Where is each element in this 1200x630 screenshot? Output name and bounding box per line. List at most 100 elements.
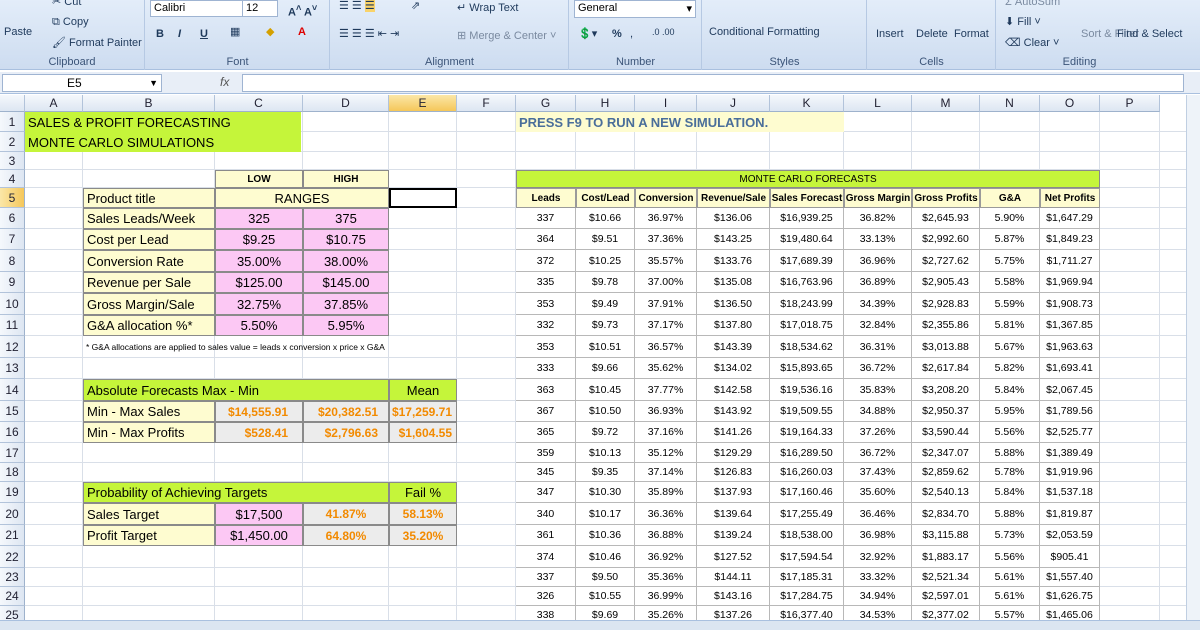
mc-cell[interactable]: 353 — [516, 293, 576, 315]
mc-cell[interactable]: $17,185.31 — [770, 568, 844, 587]
mc-cell[interactable]: $18,534.62 — [770, 336, 844, 358]
mc-cell[interactable]: 5.75% — [980, 250, 1040, 272]
input-high[interactable]: 38.00% — [303, 250, 389, 272]
input-high[interactable]: $10.75 — [303, 229, 389, 250]
mc-cell[interactable]: 36.92% — [635, 546, 697, 568]
mc-cell[interactable]: 5.56% — [980, 422, 1040, 443]
row-header-12[interactable]: 12 — [0, 336, 25, 358]
abs-min[interactable]: $14,555.91 — [215, 401, 303, 422]
row-header-22[interactable]: 22 — [0, 546, 25, 568]
mc-cell[interactable]: $2,597.01 — [912, 587, 980, 606]
mc-cell[interactable]: $9.72 — [576, 422, 635, 443]
mc-cell[interactable]: 36.36% — [635, 503, 697, 525]
mc-cell[interactable]: $1,908.73 — [1040, 293, 1100, 315]
column-header-o[interactable]: O — [1040, 95, 1100, 112]
copy-button[interactable]: ⧉ Copy — [52, 16, 89, 28]
mc-cell[interactable]: $10.50 — [576, 401, 635, 422]
mc-cell[interactable]: $1,711.27 — [1040, 250, 1100, 272]
mc-cell[interactable]: $10.36 — [576, 525, 635, 546]
column-header-m[interactable]: M — [912, 95, 980, 112]
mc-cell[interactable]: 37.36% — [635, 229, 697, 250]
mc-cell[interactable]: $2,905.43 — [912, 272, 980, 293]
input-low[interactable]: $125.00 — [215, 272, 303, 293]
mc-cell[interactable]: $15,893.65 — [770, 358, 844, 379]
mc-cell[interactable]: $137.80 — [697, 315, 770, 336]
mc-cell[interactable]: 35.57% — [635, 250, 697, 272]
currency-icon[interactable]: 💲▾ — [578, 28, 597, 40]
mc-cell[interactable]: $19,509.55 — [770, 401, 844, 422]
italic-button[interactable]: I — [178, 28, 181, 40]
mc-cell[interactable]: $143.39 — [697, 336, 770, 358]
mc-cell[interactable]: 364 — [516, 229, 576, 250]
input-low[interactable]: 5.50% — [215, 315, 303, 336]
subtitle-cell[interactable]: MONTE CARLO SIMULATIONS — [25, 132, 301, 152]
cut-button[interactable]: ✂ Cut — [52, 0, 81, 8]
mc-cell[interactable]: 36.89% — [844, 272, 912, 293]
mc-cell[interactable]: $139.24 — [697, 525, 770, 546]
column-header-n[interactable]: N — [980, 95, 1040, 112]
mc-cell[interactable]: $16,763.96 — [770, 272, 844, 293]
input-low[interactable]: $9.25 — [215, 229, 303, 250]
mc-cell[interactable]: $19,480.64 — [770, 229, 844, 250]
mc-cell[interactable]: 5.95% — [980, 401, 1040, 422]
row-header-6[interactable]: 6 — [0, 208, 25, 229]
grow-font-button[interactable]: A˄ A˅ — [288, 2, 317, 19]
mc-cell[interactable]: $17,689.39 — [770, 250, 844, 272]
mc-cell[interactable]: 367 — [516, 401, 576, 422]
mc-cell[interactable]: 32.92% — [844, 546, 912, 568]
mc-cell[interactable]: 36.96% — [844, 250, 912, 272]
high-header[interactable]: HIGH — [303, 170, 389, 188]
ranges-header[interactable]: RANGES — [215, 188, 389, 208]
mc-cell[interactable]: $17,284.75 — [770, 587, 844, 606]
mc-cell[interactable]: 36.57% — [635, 336, 697, 358]
font-family-select[interactable]: Calibri — [150, 0, 248, 17]
autosum-button[interactable]: Σ AutoSum — [1005, 0, 1060, 8]
paste-button[interactable]: Paste — [4, 26, 32, 38]
mc-cell[interactable]: 36.93% — [635, 401, 697, 422]
mc-cell[interactable]: 5.90% — [980, 208, 1040, 229]
mc-cell[interactable]: 337 — [516, 208, 576, 229]
mc-cell[interactable]: $143.92 — [697, 401, 770, 422]
mc-cell[interactable]: $1,819.87 — [1040, 503, 1100, 525]
row-header-15[interactable]: 15 — [0, 401, 25, 422]
target-fail[interactable]: 58.13% — [389, 503, 457, 525]
row-header-23[interactable]: 23 — [0, 568, 25, 587]
mc-cell[interactable]: 36.97% — [635, 208, 697, 229]
mc-cell[interactable]: $1,626.75 — [1040, 587, 1100, 606]
mc-cell[interactable]: $9.66 — [576, 358, 635, 379]
mc-cell[interactable]: $2,525.77 — [1040, 422, 1100, 443]
mc-cell[interactable]: $905.41 — [1040, 546, 1100, 568]
input-low[interactable]: 35.00% — [215, 250, 303, 272]
mc-cell[interactable]: 326 — [516, 587, 576, 606]
mc-cell[interactable]: $18,243.99 — [770, 293, 844, 315]
row-header-11[interactable]: 11 — [0, 315, 25, 336]
mc-cell[interactable]: 35.36% — [635, 568, 697, 587]
abs-label[interactable]: Min - Max Sales — [83, 401, 215, 422]
mc-cell[interactable]: 32.84% — [844, 315, 912, 336]
target-value[interactable]: $1,450.00 — [215, 525, 303, 546]
mc-cell[interactable]: 5.61% — [980, 568, 1040, 587]
input-label[interactable]: Conversion Rate — [83, 250, 215, 272]
input-low[interactable]: 325 — [215, 208, 303, 229]
insert-button[interactable]: Insert — [876, 28, 904, 40]
mc-cell[interactable]: 37.00% — [635, 272, 697, 293]
select-all-corner[interactable] — [0, 95, 25, 112]
mc-cell[interactable]: $136.50 — [697, 293, 770, 315]
row-header-2[interactable]: 2 — [0, 132, 25, 152]
abs-max[interactable]: $2,796.63 — [303, 422, 389, 443]
clear-button[interactable]: ⌫ Clear ˅ — [1005, 37, 1059, 49]
spreadsheet-grid[interactable]: A B C D E F G H I J K L M N O P 1 2 3 4 5 6 7 8 9 10 11 12 13 14 15 16 1… — [0, 95, 1200, 630]
input-low[interactable]: 32.75% — [215, 293, 303, 315]
mc-cell[interactable]: $17,018.75 — [770, 315, 844, 336]
mc-cell[interactable]: 333 — [516, 358, 576, 379]
input-label[interactable]: Sales Leads/Week — [83, 208, 215, 229]
mc-cell[interactable]: $2,053.59 — [1040, 525, 1100, 546]
mc-cell[interactable]: 34.94% — [844, 587, 912, 606]
mc-cell[interactable]: $16,260.03 — [770, 463, 844, 482]
mc-cell[interactable]: $1,919.96 — [1040, 463, 1100, 482]
mc-cell[interactable]: $9.50 — [576, 568, 635, 587]
vertical-scrollbar[interactable] — [1186, 95, 1200, 620]
mc-cell[interactable]: $136.06 — [697, 208, 770, 229]
mc-cell[interactable]: $135.08 — [697, 272, 770, 293]
mc-cell[interactable]: $2,834.70 — [912, 503, 980, 525]
